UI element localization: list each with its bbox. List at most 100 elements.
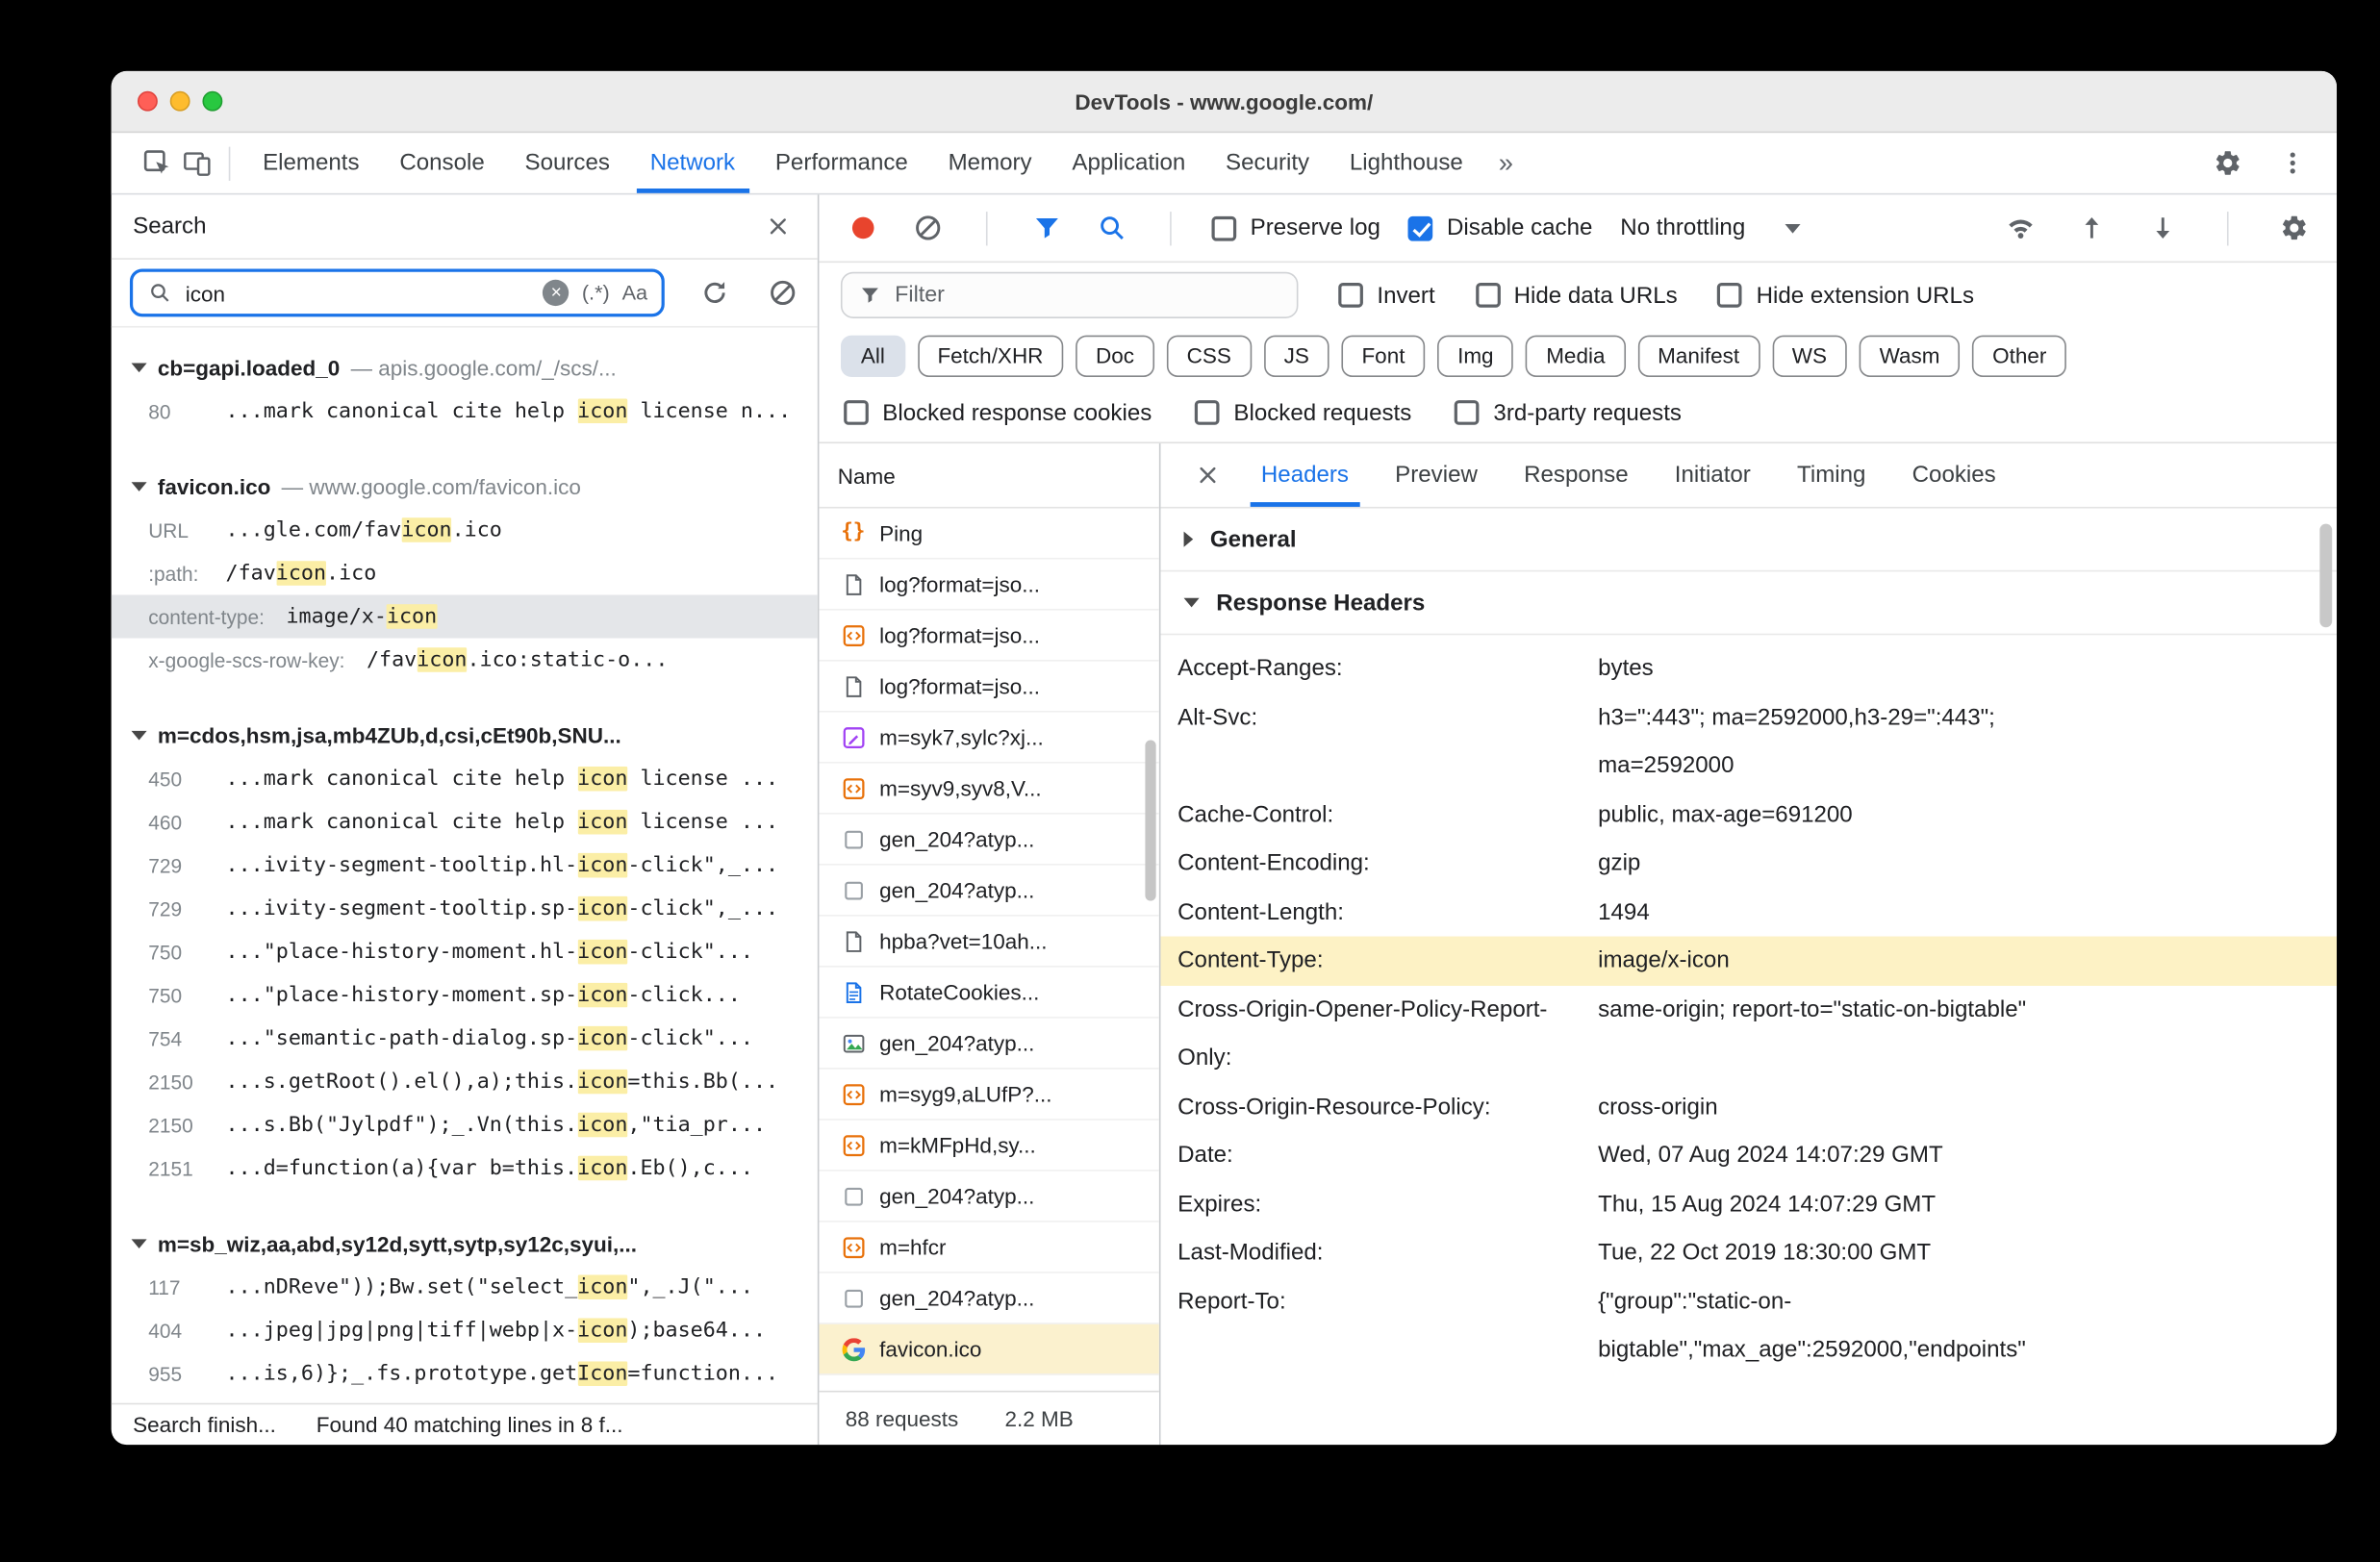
tab-application[interactable]: Application [1051,133,1205,193]
search-match-row[interactable]: 117 ...nDReve"));Bw.set("select_icon",_.J… [112,1266,818,1309]
tab-elements[interactable]: Elements [242,133,379,193]
minimize-window-button[interactable] [169,90,190,112]
3rd-party-requests-checkbox[interactable]: 3rd-party requests [1455,399,1682,426]
clear-search-icon[interactable]: × [543,279,570,307]
search-match-row[interactable]: 955 ...is,6)};_.fs.prototype.getIcon=func… [112,1352,818,1396]
filter-chip-img[interactable]: Img [1437,334,1514,377]
close-search-panel-button[interactable] [759,208,797,245]
search-match-row[interactable]: 729 ...ivity-segment-tooltip.hl-icon-clic… [112,844,818,887]
device-toolbar-icon[interactable] [176,143,216,184]
hide-extension-urls-checkbox[interactable]: Hide extension URLs [1717,282,1974,308]
requests-scrollbar[interactable] [1145,740,1156,901]
network-filter-input[interactable]: Filter [840,271,1299,318]
request-row[interactable]: m=syv9,syv8,V... [819,764,1159,815]
filter-chip-js[interactable]: JS [1263,334,1329,377]
tab-console[interactable]: Console [379,133,504,193]
details-tab-timing[interactable]: Timing [1774,443,1889,507]
search-match-row[interactable]: 754 ..."semantic-path-dialog.sp-icon-clic… [112,1017,818,1060]
request-row[interactable]: log?format=jso... [819,560,1159,611]
filter-chip-other[interactable]: Other [1972,334,2067,377]
search-file-row[interactable]: m=sb_wiz,aa,abd,sy12d,sytt,sytp,sy12c,sy… [112,1222,818,1266]
search-match-row[interactable]: 404 ...jpeg|jpg|png|tiff|webp|x-icon);bas… [112,1309,818,1352]
import-har-icon[interactable] [2072,210,2110,247]
filter-chip-doc[interactable]: Doc [1076,334,1154,377]
request-row[interactable]: {} Ping [819,509,1159,560]
search-match-row[interactable]: 80 ...mark canonical cite help icon licen… [112,390,818,433]
request-row[interactable]: RotateCookies... [819,968,1159,1019]
search-file-row[interactable]: favicon.ico — www.google.com/favicon.ico [112,466,818,509]
section-header-response-headers[interactable]: Response Headers [1160,571,2338,636]
section-header-general[interactable]: General [1160,509,2338,572]
invert-checkbox[interactable]: Invert [1338,282,1435,308]
clear-search-results-button[interactable] [764,274,801,312]
preserve-log-checkbox[interactable]: Preserve log [1211,214,1380,241]
blocked-requests-checkbox[interactable]: Blocked requests [1195,399,1411,426]
filter-funnel-icon[interactable] [1027,210,1065,247]
filter-chip-font[interactable]: Font [1341,334,1426,377]
name-column-header[interactable]: Name [819,443,1159,509]
search-file-row[interactable]: cb=gapi.loaded_0 — apis.google.com/_/scs/… [112,346,818,390]
search-match-row[interactable]: x-google-scs-row-key: /favicon.ico:static… [112,638,818,681]
request-row[interactable]: m=hfcr [819,1222,1159,1273]
export-har-icon[interactable] [2143,210,2181,247]
settings-gear-icon[interactable] [2207,143,2247,184]
close-details-icon[interactable] [1188,457,1226,494]
throttling-select[interactable]: No throttling [1620,214,1802,241]
hide-data-urls-checkbox[interactable]: Hide data URLs [1475,282,1678,308]
request-row[interactable]: gen_204?atyp... [819,1019,1159,1070]
tab-memory[interactable]: Memory [928,133,1052,193]
request-row[interactable]: gen_204?atyp... [819,1172,1159,1222]
details-tab-preview[interactable]: Preview [1372,443,1501,507]
request-row[interactable]: favicon.ico [819,1323,1159,1375]
zoom-window-button[interactable] [202,90,223,112]
details-tab-initiator[interactable]: Initiator [1652,443,1774,507]
clear-network-log-icon[interactable] [909,210,947,247]
search-match-row[interactable]: 2150 ...s.getRoot().el(),a);this.icon=thi… [112,1060,818,1103]
record-icon[interactable] [844,210,881,247]
search-file-row[interactable]: m=cdos,hsm,jsa,mb4ZUb,d,csi,cEt90b,SNU..… [112,714,818,757]
search-match-row[interactable]: 750 ..."place-history-moment.hl-icon-clic… [112,930,818,973]
blocked-response-cookies-checkbox[interactable]: Blocked response cookies [844,399,1152,426]
request-row[interactable]: m=syk7,sylc?xj... [819,713,1159,764]
search-match-row[interactable]: 750 ..."place-history-moment.sp-icon-clic… [112,973,818,1017]
filter-chip-wasm[interactable]: Wasm [1859,334,1961,377]
request-row[interactable]: hpba?vet=10ah... [819,917,1159,968]
details-tab-cookies[interactable]: Cookies [1889,443,2019,507]
details-scrollbar[interactable] [2319,523,2333,628]
search-match-row[interactable]: :path: /favicon.ico [112,552,818,595]
search-match-row[interactable]: 2151 ...d=function(a){var b=this.icon.Eb(… [112,1146,818,1190]
request-row[interactable]: gen_204?atyp... [819,815,1159,866]
search-match-row[interactable]: 450 ...mark canonical cite help icon lice… [112,757,818,800]
filter-chip-fetch-xhr[interactable]: Fetch/XHR [917,334,1064,377]
disable-cache-checkbox[interactable]: Disable cache [1407,214,1592,241]
request-row[interactable]: gen_204?atyp... [819,1273,1159,1324]
request-row[interactable]: m=kMFpHd,sy... [819,1121,1159,1172]
filter-chip-css[interactable]: CSS [1166,334,1252,377]
filter-chip-ws[interactable]: WS [1771,334,1847,377]
request-row[interactable]: log?format=jso... [819,662,1159,713]
close-window-button[interactable] [137,90,158,112]
filter-chip-media[interactable]: Media [1526,334,1626,377]
kebab-menu-icon[interactable] [2272,143,2313,184]
details-tab-response[interactable]: Response [1501,443,1652,507]
refresh-search-button[interactable] [696,274,733,312]
inspect-icon[interactable] [136,143,176,184]
request-row[interactable]: m=syg9,aLUfP?... [819,1070,1159,1121]
network-settings-gear-icon[interactable] [2275,210,2313,247]
more-tabs-button[interactable]: » [1483,147,1529,178]
filter-chip-all[interactable]: All [840,334,905,377]
search-match-row[interactable]: content-type: image/x-icon [111,594,818,639]
request-row[interactable]: gen_204?atyp... [819,866,1159,917]
network-conditions-icon[interactable] [2001,210,2038,247]
details-tab-headers[interactable]: Headers [1238,443,1372,507]
match-case-toggle[interactable]: Aa [622,281,648,304]
network-search-icon[interactable] [1093,210,1130,247]
filter-chip-manifest[interactable]: Manifest [1637,334,1760,377]
search-match-row[interactable]: URL ...gle.com/favicon.ico [112,509,818,552]
regex-toggle[interactable]: (.*) [582,281,610,304]
search-input[interactable]: icon × (.*) Aa [129,268,665,317]
search-match-row[interactable]: 729 ...ivity-segment-tooltip.sp-icon-clic… [112,887,818,930]
tab-security[interactable]: Security [1205,133,1329,193]
request-row[interactable]: log?format=jso... [819,611,1159,662]
tab-sources[interactable]: Sources [505,133,630,193]
